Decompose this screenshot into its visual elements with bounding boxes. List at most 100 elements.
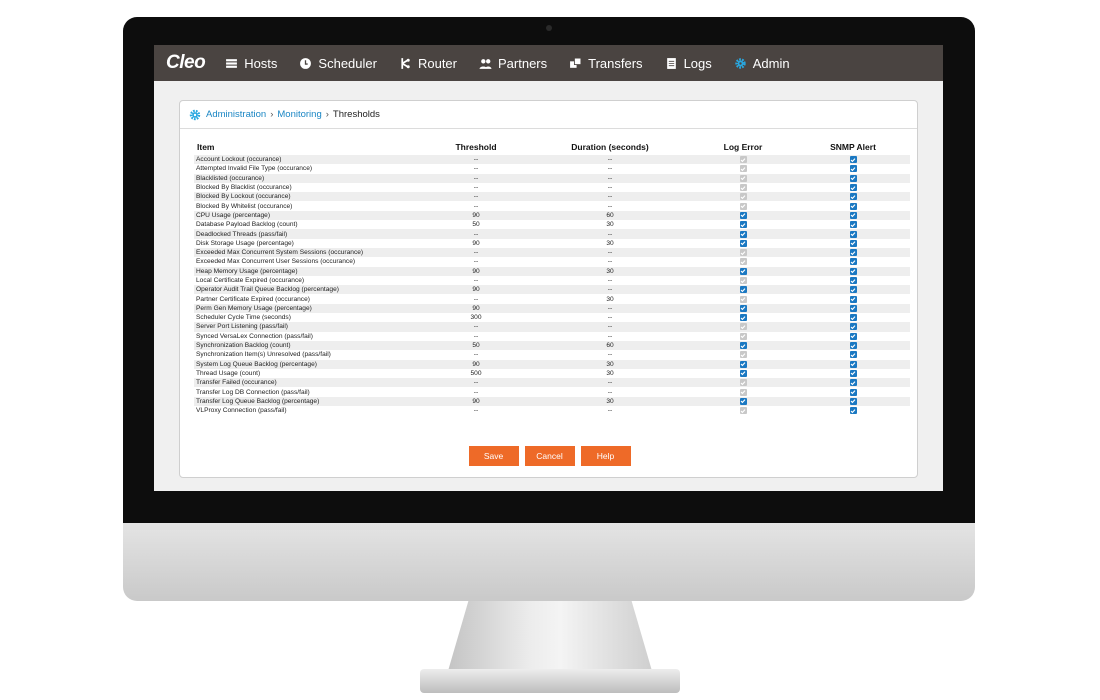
row-duration: -- bbox=[607, 230, 613, 238]
log-error-checkbox[interactable] bbox=[739, 351, 747, 359]
row-log-error-cell bbox=[690, 221, 796, 229]
log-error-checkbox[interactable] bbox=[739, 239, 747, 247]
row-log-error-cell bbox=[690, 230, 796, 238]
log-error-checkbox[interactable] bbox=[739, 332, 747, 340]
snmp-alert-checkbox[interactable] bbox=[849, 267, 857, 275]
log-error-checkbox[interactable] bbox=[739, 184, 747, 192]
table-row: Exceeded Max Concurrent User Sessions (o… bbox=[194, 257, 910, 266]
snmp-alert-checkbox[interactable] bbox=[849, 277, 857, 284]
log-error-checkbox[interactable] bbox=[739, 156, 747, 164]
nav-router[interactable]: Router bbox=[399, 56, 457, 71]
table-row: Blocked By Lockout (occurance) -- -- bbox=[194, 192, 910, 202]
breadcrumb-thresholds: Thresholds bbox=[332, 109, 380, 120]
snmp-alert-checkbox[interactable] bbox=[849, 156, 857, 164]
nav-scheduler[interactable]: Scheduler bbox=[299, 56, 377, 71]
snmp-alert-checkbox[interactable] bbox=[849, 397, 857, 405]
snmp-alert-checkbox[interactable] bbox=[849, 230, 857, 238]
nav-admin[interactable]: Admin bbox=[734, 56, 790, 71]
log-error-checkbox[interactable] bbox=[739, 174, 747, 182]
log-error-checkbox[interactable] bbox=[739, 379, 747, 387]
table-row: Blocked By Whitelist (occurance) -- -- bbox=[194, 201, 910, 210]
snmp-alert-checkbox[interactable] bbox=[849, 193, 857, 201]
breadcrumb-administration[interactable]: Administration bbox=[206, 109, 266, 120]
cleo-logo[interactable]: Cleo bbox=[166, 52, 206, 74]
log-error-checkbox[interactable] bbox=[739, 342, 747, 350]
log-error-checkbox[interactable] bbox=[739, 360, 747, 368]
snmp-alert-checkbox[interactable] bbox=[849, 332, 857, 340]
snmp-alert-checkbox[interactable] bbox=[849, 388, 857, 396]
snmp-alert-checkbox[interactable] bbox=[849, 165, 857, 173]
router-icon bbox=[399, 57, 412, 70]
snmp-alert-checkbox[interactable] bbox=[849, 314, 857, 322]
row-log-error-cell bbox=[690, 193, 796, 201]
logs-icon bbox=[665, 57, 678, 70]
log-error-checkbox[interactable] bbox=[739, 193, 747, 201]
nav-logs[interactable]: Logs bbox=[665, 56, 712, 71]
nav-transfers[interactable]: Transfers bbox=[569, 56, 643, 71]
table-row: Disk Storage Usage (percentage) 90 30 bbox=[194, 239, 910, 248]
log-error-checkbox[interactable] bbox=[739, 258, 747, 266]
row-item-name: Perm Gen Memory Usage (percentage) bbox=[196, 304, 312, 312]
row-threshold: -- bbox=[473, 323, 479, 331]
row-item-name: Transfer Failed (occurance) bbox=[196, 379, 277, 387]
snmp-alert-checkbox[interactable] bbox=[849, 184, 857, 192]
nav-hosts[interactable]: Hosts bbox=[225, 56, 277, 71]
row-threshold: -- bbox=[473, 332, 479, 340]
log-error-checkbox[interactable] bbox=[739, 295, 747, 303]
log-error-checkbox[interactable] bbox=[739, 388, 747, 396]
log-error-checkbox[interactable] bbox=[739, 369, 747, 377]
row-snmp-cell bbox=[796, 286, 910, 294]
help-button[interactable]: Help bbox=[580, 446, 631, 466]
snmp-alert-checkbox[interactable] bbox=[849, 295, 857, 303]
snmp-alert-checkbox[interactable] bbox=[849, 369, 857, 377]
snmp-alert-checkbox[interactable] bbox=[849, 286, 857, 294]
snmp-alert-checkbox[interactable] bbox=[849, 174, 857, 182]
nav-partners-label: Partners bbox=[498, 55, 548, 71]
snmp-alert-checkbox[interactable] bbox=[849, 211, 857, 219]
row-log-error-cell bbox=[690, 211, 796, 219]
snmp-alert-checkbox[interactable] bbox=[849, 239, 857, 247]
snmp-alert-checkbox[interactable] bbox=[849, 249, 857, 257]
snmp-alert-checkbox[interactable] bbox=[849, 323, 857, 331]
row-duration: -- bbox=[607, 277, 613, 284]
snmp-alert-checkbox[interactable] bbox=[849, 379, 857, 387]
breadcrumb-monitoring[interactable]: Monitoring bbox=[277, 109, 321, 120]
log-error-checkbox[interactable] bbox=[739, 202, 747, 210]
row-item-name: Partner Certificate Expired (occurance) bbox=[196, 295, 310, 303]
row-snmp-cell bbox=[796, 221, 910, 229]
log-error-checkbox[interactable] bbox=[739, 230, 747, 238]
log-error-checkbox[interactable] bbox=[739, 249, 747, 257]
snmp-alert-checkbox[interactable] bbox=[849, 304, 857, 312]
row-duration: -- bbox=[607, 156, 613, 164]
log-error-checkbox[interactable] bbox=[739, 267, 747, 275]
log-error-checkbox[interactable] bbox=[739, 165, 747, 173]
snmp-alert-checkbox[interactable] bbox=[849, 258, 857, 266]
log-error-checkbox[interactable] bbox=[739, 397, 747, 405]
table-row: Local Certificate Expired (occurance) -- -… bbox=[194, 276, 910, 285]
row-threshold: -- bbox=[473, 202, 479, 210]
cancel-button[interactable]: Cancel bbox=[524, 446, 575, 466]
snmp-alert-checkbox[interactable] bbox=[849, 202, 857, 210]
row-duration: 30 bbox=[606, 221, 614, 229]
table-row: Blocked By Blacklist (occurance) -- -- bbox=[194, 183, 910, 192]
snmp-alert-checkbox[interactable] bbox=[849, 351, 857, 359]
save-button[interactable]: Save bbox=[468, 446, 519, 466]
row-threshold: -- bbox=[473, 388, 479, 396]
log-error-checkbox[interactable] bbox=[739, 286, 747, 294]
table-row: Server Port Listening (pass/fail) -- -- bbox=[194, 322, 910, 332]
log-error-checkbox[interactable] bbox=[739, 211, 747, 219]
row-log-error-cell bbox=[690, 165, 796, 173]
log-error-checkbox[interactable] bbox=[739, 323, 747, 331]
log-error-checkbox[interactable] bbox=[739, 407, 747, 415]
snmp-alert-checkbox[interactable] bbox=[849, 342, 857, 350]
log-error-checkbox[interactable] bbox=[739, 277, 747, 284]
log-error-checkbox[interactable] bbox=[739, 304, 747, 312]
table-row: Exceeded Max Concurrent System Sessions … bbox=[194, 247, 910, 258]
snmp-alert-checkbox[interactable] bbox=[849, 407, 857, 415]
nav-partners[interactable]: Partners bbox=[479, 56, 547, 71]
snmp-alert-checkbox[interactable] bbox=[849, 360, 857, 368]
log-error-checkbox[interactable] bbox=[739, 221, 747, 229]
table-row: Database Payload Backlog (count) 50 30 bbox=[194, 220, 910, 229]
snmp-alert-checkbox[interactable] bbox=[849, 221, 857, 229]
log-error-checkbox[interactable] bbox=[739, 314, 747, 322]
